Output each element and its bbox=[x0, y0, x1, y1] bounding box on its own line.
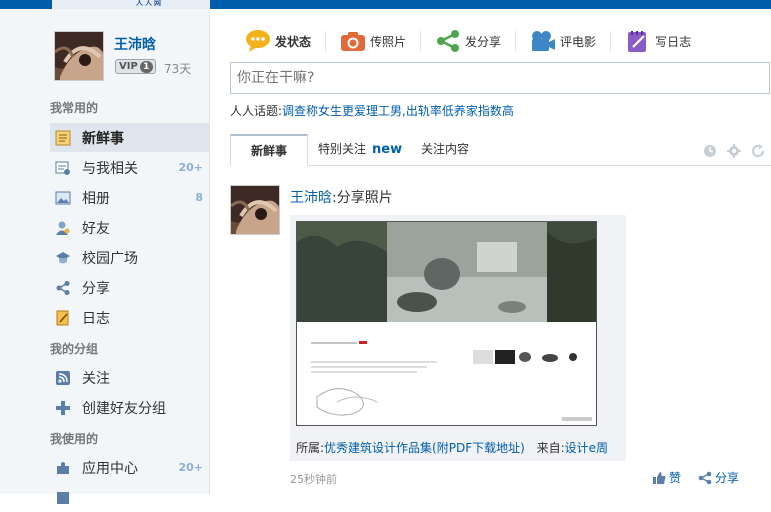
from-label: 来自: bbox=[536, 441, 565, 455]
vip-level: 1 bbox=[139, 61, 153, 73]
sidebar-item-label: 相册 bbox=[82, 190, 110, 207]
share-icon bbox=[54, 279, 72, 297]
friend-icon bbox=[54, 219, 72, 237]
section-title-groups: 我的分组 bbox=[50, 342, 99, 356]
post-time: 25秒钟前 bbox=[290, 473, 337, 486]
shared-photo-card: 所属:优秀建筑设计作品集(附PDF下载地址) 来自:设计e周 bbox=[290, 215, 626, 461]
tab-special-follow[interactable]: 特别关注 new bbox=[318, 134, 402, 166]
hot-topic: 人人话题:调查称女生更爱理工男,出轨率低养家指数高 bbox=[230, 102, 514, 119]
feed-headline: 王沛晗:分享照片 bbox=[290, 187, 393, 207]
tab-tools bbox=[703, 144, 765, 162]
topic-link[interactable]: 调查称女生更爱理工男,出轨率低养家指数高 bbox=[282, 104, 514, 118]
related-icon bbox=[54, 159, 72, 177]
share-icon bbox=[435, 28, 461, 54]
source-album-link[interactable]: 优秀建筑设计作品集(附PDF下载地址) bbox=[324, 441, 525, 455]
sidebar-item-blog[interactable]: 日志 bbox=[50, 303, 209, 332]
from-link[interactable]: 设计e周 bbox=[565, 441, 608, 455]
movie-icon bbox=[530, 28, 556, 54]
newsfeed-icon bbox=[54, 129, 72, 147]
sidebar-item-label: 关注 bbox=[82, 370, 110, 387]
write-blog-label: 写日志 bbox=[655, 34, 692, 49]
upload-photo-button[interactable]: 传照片 bbox=[326, 24, 420, 58]
section-title-used: 我使用的 bbox=[50, 432, 99, 446]
sidebar-item-newsfeed[interactable]: 新鲜事 bbox=[50, 123, 209, 152]
feed-author-link[interactable]: 王沛晗 bbox=[290, 190, 332, 206]
sidebar-item-follow[interactable]: 关注 bbox=[50, 363, 209, 392]
refresh-icon[interactable] bbox=[751, 144, 765, 162]
vip-badge[interactable]: VIP 1 bbox=[115, 59, 156, 74]
post-share-button[interactable]: 发分享 bbox=[421, 24, 515, 58]
sidebar-item-label: 校园广场 bbox=[82, 250, 138, 267]
top-navigation-bar: 人人网 bbox=[0, 0, 771, 9]
sidebar-item-related[interactable]: 与我相关 20+ bbox=[50, 153, 209, 182]
sidebar-item-app-center[interactable]: 应用中心 20+ bbox=[50, 453, 209, 482]
app-center-icon bbox=[54, 459, 72, 477]
write-blog-icon bbox=[625, 28, 651, 54]
sidebar-item-campus[interactable]: 校园广场 bbox=[50, 243, 209, 272]
profile-name[interactable]: 王沛晗 bbox=[114, 34, 156, 54]
tab-label: 特别关注 bbox=[318, 142, 367, 156]
plus-icon bbox=[54, 399, 72, 417]
album-icon bbox=[54, 189, 72, 207]
sidebar-item-create-group[interactable]: 创建好友分组 bbox=[50, 393, 209, 422]
shared-photo[interactable] bbox=[296, 221, 597, 426]
photo-caption: 所属:优秀建筑设计作品集(附PDF下载地址) 来自:设计e周 bbox=[296, 439, 608, 456]
blog-icon bbox=[54, 309, 72, 327]
vip-label: VIP bbox=[119, 61, 138, 72]
post-status-label: 发状态 bbox=[275, 34, 312, 49]
source-label: 所属: bbox=[296, 441, 325, 455]
share-icon bbox=[698, 471, 712, 484]
write-blog-button[interactable]: 写日志 bbox=[611, 24, 705, 58]
sidebar-item-count: 20+ bbox=[178, 161, 203, 174]
share-button[interactable]: 分享 bbox=[698, 469, 739, 486]
sidebar-item-label: 日志 bbox=[82, 310, 110, 327]
tab-newsfeed[interactable]: 新鲜事 bbox=[230, 134, 308, 166]
feed-tabs: 新鲜事 特别关注 new 关注内容 bbox=[230, 134, 771, 166]
left-sidebar: 王沛晗 VIP 1 73天 我常用的 新鲜事 与我相关 20+ 相册 8 好友 校… bbox=[0, 9, 210, 504]
like-button[interactable]: 赞 bbox=[652, 469, 681, 486]
camera-icon bbox=[340, 28, 366, 54]
sidebar-item-label: 好友 bbox=[82, 220, 110, 237]
sidebar-item-share[interactable]: 分享 bbox=[50, 273, 209, 302]
vip-days: 73天 bbox=[164, 62, 192, 76]
sidebar-item-label: 新鲜事 bbox=[82, 130, 124, 147]
gear-icon[interactable] bbox=[727, 144, 741, 162]
feed-action: :分享照片 bbox=[332, 190, 393, 206]
review-movie-button[interactable]: 评电影 bbox=[516, 24, 610, 58]
share-label: 分享 bbox=[715, 471, 740, 485]
sidebar-item-label: 分享 bbox=[82, 280, 110, 297]
post-status-button[interactable]: 发状态 bbox=[231, 24, 325, 58]
sidebar-item-count: 8 bbox=[195, 191, 203, 204]
sidebar-item-label: 应用中心 bbox=[82, 460, 138, 477]
status-bubble-icon bbox=[245, 28, 271, 54]
sidebar-item-label: 创建好友分组 bbox=[82, 400, 166, 417]
sidebar-item-partial[interactable] bbox=[50, 483, 209, 512]
campus-icon bbox=[54, 249, 72, 267]
sidebar-item-friends[interactable]: 好友 bbox=[50, 213, 209, 242]
profile-avatar[interactable] bbox=[54, 31, 104, 81]
feed-author-avatar[interactable] bbox=[230, 185, 280, 235]
review-movie-label: 评电影 bbox=[560, 34, 597, 49]
new-badge: new bbox=[372, 142, 403, 157]
like-label: 赞 bbox=[669, 471, 682, 485]
site-logo[interactable]: 人人网 bbox=[136, 0, 236, 6]
logo-area[interactable]: 人人网 bbox=[52, 0, 210, 9]
post-share-label: 发分享 bbox=[465, 34, 502, 49]
upload-photo-label: 传照片 bbox=[370, 34, 407, 49]
sidebar-item-album[interactable]: 相册 8 bbox=[50, 183, 209, 212]
tab-follow-content[interactable]: 关注内容 bbox=[421, 134, 469, 166]
thumbs-up-icon bbox=[653, 471, 666, 484]
sidebar-item-label: 与我相关 bbox=[82, 160, 138, 177]
app-icon bbox=[54, 489, 72, 507]
clock-icon[interactable] bbox=[703, 144, 717, 162]
publisher-toolbar: 发状态 传照片 发分享 评电影 写日志 bbox=[231, 24, 705, 58]
rss-icon bbox=[54, 369, 72, 387]
section-title-common: 我常用的 bbox=[50, 101, 99, 115]
topic-label: 人人话题: bbox=[230, 104, 283, 118]
status-input[interactable] bbox=[230, 62, 770, 94]
sidebar-item-count: 20+ bbox=[178, 461, 203, 474]
